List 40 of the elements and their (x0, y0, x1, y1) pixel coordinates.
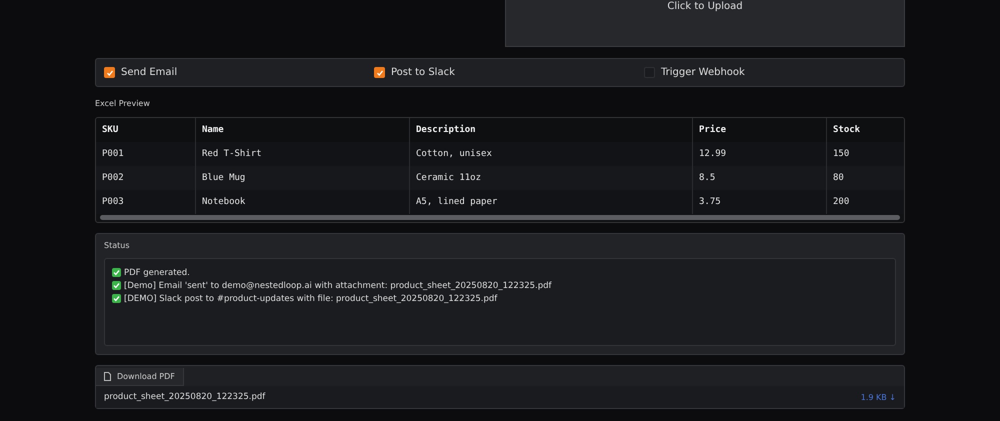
table-cell: P002 (96, 166, 196, 190)
column-header: Name (196, 118, 410, 142)
table-cell: P001 (96, 142, 196, 166)
checkbox[interactable] (104, 67, 115, 78)
table-cell: P003 (96, 190, 196, 214)
file-name: product_sheet_20250820_122325.pdf (104, 392, 266, 402)
table-cell: 150 (826, 142, 904, 166)
column-header: SKU (96, 118, 196, 142)
download-button[interactable]: Download PDF (96, 368, 184, 386)
upload-dropzone[interactable]: Click to Upload (505, 0, 905, 47)
checkbox-label[interactable]: Post to Slack (391, 67, 455, 78)
checkbox-label[interactable]: Send Email (121, 67, 178, 78)
scrollbar[interactable] (100, 215, 900, 220)
table-cell: 12.99 (692, 142, 826, 166)
status-title: Status (104, 241, 130, 250)
table-cell: 200 (826, 190, 904, 214)
column-header: Stock (826, 118, 904, 142)
file-size-link[interactable]: 1.9 KB ↓ (860, 392, 896, 402)
upload-label: Click to Upload (667, 1, 743, 13)
check-icon (112, 281, 121, 290)
status-message: PDF generated. (124, 268, 190, 278)
check-icon (112, 268, 121, 277)
section-title: Excel Preview (95, 99, 151, 108)
table-cell: 3.75 (692, 190, 826, 214)
status-message: [DEMO] Slack post to #product-updates with file: product_sheet_20250820_122325.pdf (124, 294, 498, 304)
table-cell: 8.5 (692, 166, 826, 190)
table-cell: Notebook (196, 190, 410, 214)
column-header: Price (692, 118, 826, 142)
checkbox-label[interactable]: Trigger Webhook (661, 67, 745, 78)
file-icon (104, 372, 111, 381)
table-cell: A5, lined paper (410, 190, 692, 214)
checkbox[interactable] (374, 67, 385, 78)
table-cell: Cotton, unisex (410, 142, 692, 166)
table-cell: 80 (826, 166, 904, 190)
status-message: [Demo] Email 'sent' to demo@nestedloop.ai with attachment: product_sheet_20250820_122325.pdf (124, 280, 552, 290)
column-header: Description (410, 118, 692, 142)
check-icon (112, 294, 121, 303)
table-cell: Ceramic 11oz (410, 166, 692, 190)
table-cell: Red T-Shirt (196, 142, 410, 166)
table-cell: Blue Mug (196, 166, 410, 190)
